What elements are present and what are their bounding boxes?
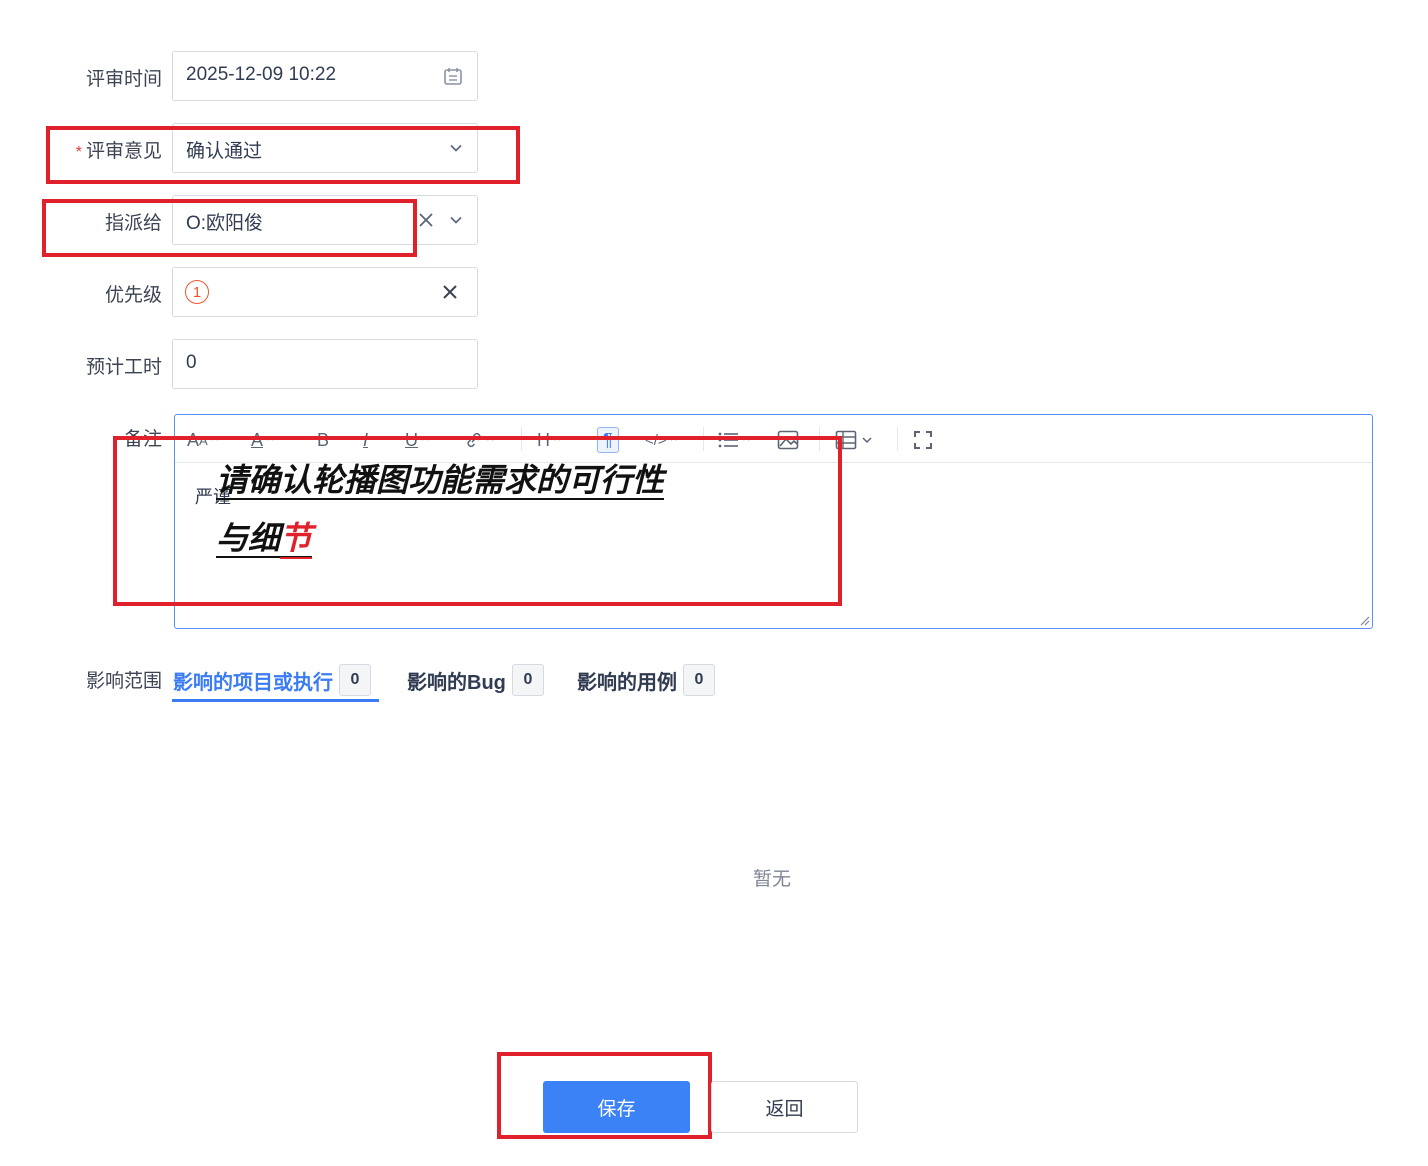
priority-value: 1 bbox=[192, 283, 202, 301]
resize-handle-icon[interactable] bbox=[1358, 614, 1370, 626]
fullscreen-icon[interactable] bbox=[913, 427, 933, 453]
tab-label: 影响的Bug bbox=[407, 671, 506, 694]
priority-select[interactable]: 1 bbox=[172, 267, 478, 317]
tab-impact-cases[interactable]: 影响的用例 0 bbox=[577, 662, 715, 698]
tab-label: 影响的项目或执行 bbox=[173, 671, 333, 694]
count-badge: 0 bbox=[683, 664, 715, 696]
clear-icon[interactable] bbox=[439, 280, 461, 304]
review-time-value: 2025-12-09 10:22 bbox=[186, 64, 337, 85]
estimate-value: 0 bbox=[186, 352, 197, 373]
calendar-icon[interactable] bbox=[442, 64, 464, 88]
review-time-field[interactable]: 2025-12-09 10:22 bbox=[172, 51, 478, 101]
priority-badge-icon: 1 bbox=[185, 280, 209, 304]
highlight-box-opinion bbox=[46, 126, 520, 184]
chevron-down-icon[interactable] bbox=[445, 208, 467, 232]
impact-label: 影响范围 bbox=[85, 671, 162, 692]
review-time-label: 评审时间 bbox=[85, 69, 162, 90]
count-badge: 0 bbox=[339, 664, 371, 696]
tab-label: 影响的用例 bbox=[577, 671, 677, 694]
save-button[interactable]: 保存 bbox=[543, 1081, 690, 1133]
estimate-input[interactable]: 0 bbox=[172, 339, 478, 389]
tab-impact-projects[interactable]: 影响的项目或执行 0 bbox=[173, 662, 371, 698]
estimate-label: 预计工时 bbox=[85, 357, 162, 378]
active-tab-indicator bbox=[172, 699, 379, 702]
tab-impact-bugs[interactable]: 影响的Bug 0 bbox=[407, 662, 544, 698]
highlight-box-assign bbox=[42, 199, 417, 257]
empty-state-text: 暂无 bbox=[753, 869, 792, 890]
highlight-box-remark bbox=[113, 436, 842, 606]
clear-icon[interactable] bbox=[415, 208, 437, 232]
back-button[interactable]: 返回 bbox=[711, 1081, 858, 1133]
toolbar-divider bbox=[897, 427, 898, 451]
count-badge: 0 bbox=[511, 664, 544, 696]
priority-label: 优先级 bbox=[104, 285, 162, 306]
